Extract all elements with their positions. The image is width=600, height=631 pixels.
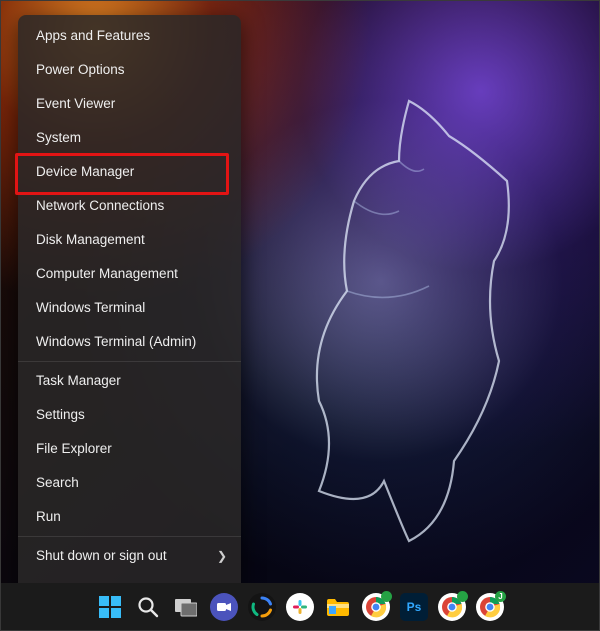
menu-item-settings[interactable]: Settings (18, 398, 241, 432)
start-button[interactable] (96, 593, 124, 621)
menu-item-search[interactable]: Search (18, 466, 241, 500)
search-button[interactable] (134, 593, 162, 621)
chrome-profile2-button[interactable] (438, 593, 466, 621)
circle-segments-icon (251, 596, 273, 618)
teams-button[interactable] (210, 593, 238, 621)
chevron-right-icon: ❯ (217, 539, 227, 573)
menu-item-label: Task Manager (36, 373, 121, 388)
taskbar: Ps J (1, 583, 599, 630)
menu-item-label: Apps and Features (36, 28, 150, 43)
file-explorer-button[interactable] (324, 593, 352, 621)
notification-badge (381, 591, 392, 602)
notification-badge: J (495, 591, 506, 602)
menu-item-label: Computer Management (36, 266, 178, 281)
photoshop-icon: Ps (407, 600, 422, 614)
menu-item-event-viewer[interactable]: Event Viewer (18, 87, 241, 121)
task-view-button[interactable] (172, 593, 200, 621)
menu-item-label: Search (36, 475, 79, 490)
menu-item-network-connections[interactable]: Network Connections (18, 189, 241, 223)
menu-item-label: Disk Management (36, 232, 145, 247)
chrome-profile3-button[interactable]: J (476, 593, 504, 621)
search-icon (137, 596, 159, 618)
teams-icon (216, 599, 232, 615)
menu-item-label: Network Connections (36, 198, 164, 213)
desktop-wallpaper: Apps and Features Power Options Event Vi… (0, 0, 600, 631)
menu-item-label: File Explorer (36, 441, 112, 456)
menu-item-power-options[interactable]: Power Options (18, 53, 241, 87)
folder-icon (326, 597, 350, 617)
menu-item-label: Power Options (36, 62, 125, 77)
menu-item-device-manager[interactable]: Device Manager (18, 155, 241, 189)
windows-logo-icon (99, 596, 121, 618)
menu-item-label: Shut down or sign out (36, 548, 167, 563)
menu-item-system[interactable]: System (18, 121, 241, 155)
notification-badge (457, 591, 468, 602)
menu-item-label: Windows Terminal (36, 300, 145, 315)
menu-item-computer-management[interactable]: Computer Management (18, 257, 241, 291)
task-view-icon (175, 597, 197, 617)
menu-item-label: Run (36, 509, 61, 524)
menu-item-windows-terminal-admin[interactable]: Windows Terminal (Admin) (18, 325, 241, 359)
menu-item-task-manager[interactable]: Task Manager (18, 364, 241, 398)
menu-item-apps-and-features[interactable]: Apps and Features (18, 19, 241, 53)
menu-item-label: Windows Terminal (Admin) (36, 334, 196, 349)
menu-item-file-explorer[interactable]: File Explorer (18, 432, 241, 466)
chrome-button[interactable] (362, 593, 390, 621)
circle-app-button[interactable] (248, 593, 276, 621)
winx-context-menu: Apps and Features Power Options Event Vi… (18, 15, 241, 613)
slack-icon (292, 599, 308, 615)
menu-separator (18, 361, 241, 362)
menu-item-label: Event Viewer (36, 96, 115, 111)
menu-item-label: Settings (36, 407, 85, 422)
menu-item-shutdown-or-signout[interactable]: Shut down or sign out ❯ (18, 539, 241, 573)
menu-item-label: Device Manager (36, 164, 134, 179)
menu-item-disk-management[interactable]: Disk Management (18, 223, 241, 257)
menu-item-run[interactable]: Run (18, 500, 241, 534)
photoshop-button[interactable]: Ps (400, 593, 428, 621)
wallpaper-figure (249, 81, 569, 551)
menu-separator (18, 536, 241, 537)
slack-button[interactable] (286, 593, 314, 621)
menu-item-windows-terminal[interactable]: Windows Terminal (18, 291, 241, 325)
menu-item-label: System (36, 130, 81, 145)
